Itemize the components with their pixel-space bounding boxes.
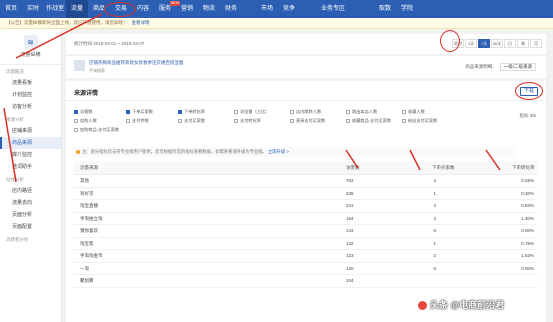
toutiao-logo-icon xyxy=(418,301,427,311)
annotation-arrows xyxy=(3,13,501,183)
arrow-conversion xyxy=(485,149,501,171)
arrow-visitors xyxy=(345,149,359,169)
watermark-text: 头条 @电商前沿君 xyxy=(430,300,505,310)
arrow-to-product-source xyxy=(3,107,17,183)
arrow-to-traffic-tab xyxy=(15,13,103,59)
watermark: 头条 @电商前沿君 xyxy=(418,298,504,311)
arrow-buyers xyxy=(409,149,421,171)
